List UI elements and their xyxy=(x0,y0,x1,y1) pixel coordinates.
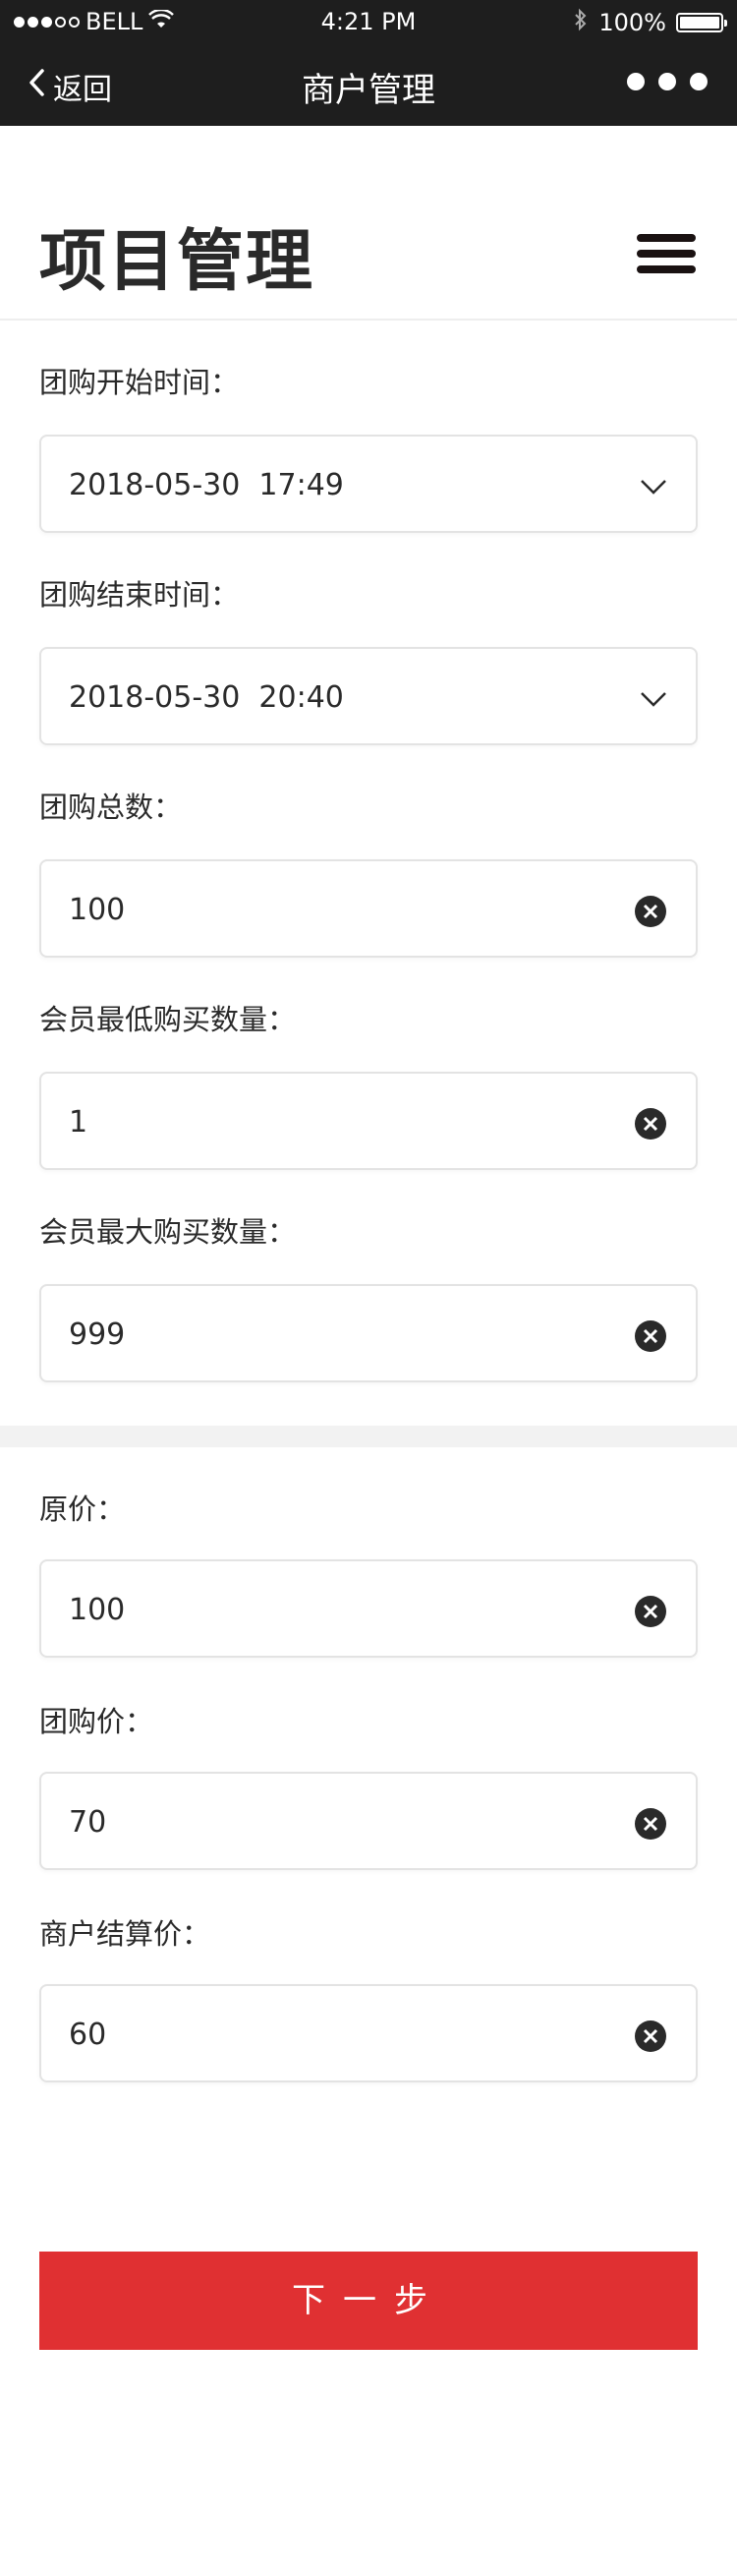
settlement-price-input[interactable]: 60 xyxy=(39,1984,698,2082)
chevron-down-icon xyxy=(639,684,668,714)
status-bar: BELL 4:21 PM 100% xyxy=(0,0,737,45)
clear-icon[interactable] xyxy=(635,1596,666,1627)
status-right: 100% xyxy=(573,8,727,37)
clear-icon[interactable] xyxy=(635,1808,666,1840)
clear-icon[interactable] xyxy=(635,896,666,927)
end-time-value: 2018-05-30 20:40 xyxy=(69,680,344,715)
clear-icon[interactable] xyxy=(635,1320,666,1352)
settlement-price-label: 商户结算价： xyxy=(39,1917,211,1951)
battery-icon xyxy=(676,13,727,32)
original-price-label: 原价： xyxy=(39,1493,126,1526)
start-time-label: 团购开始时间： xyxy=(39,366,240,399)
settlement-price-value: 60 xyxy=(69,2018,107,2052)
clear-icon[interactable] xyxy=(635,2020,666,2052)
min-purchase-label: 会员最低购买数量： xyxy=(39,1003,297,1036)
group-price-input[interactable]: 70 xyxy=(39,1772,698,1870)
battery-percent: 100% xyxy=(598,9,666,36)
start-time-value: 2018-05-30 17:49 xyxy=(69,468,344,502)
max-purchase-value: 999 xyxy=(69,1317,126,1352)
section-divider xyxy=(0,1426,737,1447)
hamburger-icon[interactable] xyxy=(637,234,698,277)
page-header: 项目管理 xyxy=(0,126,737,321)
navigation-bar: 返回 商户管理 xyxy=(0,45,737,126)
top-bar: BELL 4:21 PM 100% 返回 商户管理 xyxy=(0,0,737,126)
end-time-label: 团购结束时间： xyxy=(39,578,240,612)
original-price-input[interactable]: 100 xyxy=(39,1559,698,1658)
bluetooth-icon xyxy=(573,8,589,37)
group-price-label: 团购价： xyxy=(39,1705,154,1738)
group-price-value: 70 xyxy=(69,1805,107,1840)
start-time-select[interactable]: 2018-05-30 17:49 xyxy=(39,435,698,533)
min-purchase-value: 1 xyxy=(69,1105,88,1140)
min-purchase-input[interactable]: 1 xyxy=(39,1072,698,1170)
group-total-value: 100 xyxy=(69,893,126,927)
end-time-select[interactable]: 2018-05-30 20:40 xyxy=(39,647,698,745)
max-purchase-label: 会员最大购买数量： xyxy=(39,1215,297,1249)
next-step-button[interactable]: 下一步 xyxy=(39,2252,698,2350)
group-total-input[interactable]: 100 xyxy=(39,859,698,958)
page-title: 项目管理 xyxy=(39,223,315,301)
group-total-label: 团购总数： xyxy=(39,790,183,824)
clear-icon[interactable] xyxy=(635,1108,666,1140)
max-purchase-input[interactable]: 999 xyxy=(39,1284,698,1382)
original-price-value: 100 xyxy=(69,1593,126,1627)
more-dots-icon[interactable] xyxy=(627,73,708,90)
chevron-down-icon xyxy=(639,472,668,501)
